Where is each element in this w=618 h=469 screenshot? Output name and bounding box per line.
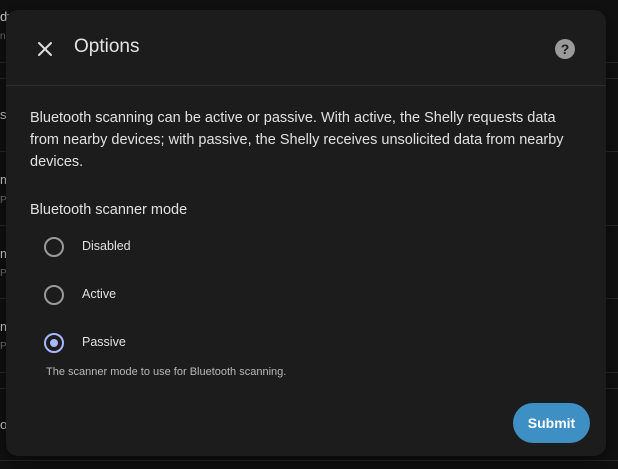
helper-text: The scanner mode to use for Bluetooth sc…: [46, 366, 287, 378]
dialog-title: Options: [74, 36, 140, 57]
radio-label: Disabled: [82, 239, 131, 253]
svg-text:?: ?: [561, 41, 570, 57]
background-divider: [0, 460, 618, 461]
help-circle-icon: ?: [555, 39, 575, 59]
radio-button-selected[interactable]: [44, 333, 64, 353]
radio-label: Active: [82, 287, 117, 301]
radio-button[interactable]: [44, 285, 64, 305]
dialog-description: Bluetooth scanning can be active or pass…: [30, 110, 564, 170]
close-icon: [38, 42, 52, 56]
submit-button[interactable]: Submit: [513, 403, 590, 443]
radio-selected-dot: [50, 339, 58, 347]
options-dialog: Options ? Bluetooth scanning can be acti…: [6, 10, 606, 456]
radio-option-active[interactable]: Active: [36, 280, 336, 310]
header-divider: [6, 85, 606, 86]
field-label: Bluetooth scanner mode: [30, 202, 188, 218]
close-button[interactable]: [30, 34, 60, 64]
radio-button[interactable]: [44, 237, 64, 257]
help-button[interactable]: ?: [554, 38, 576, 60]
radio-label: Passive: [82, 335, 126, 349]
radio-option-passive[interactable]: Passive: [36, 328, 336, 358]
radio-option-disabled[interactable]: Disabled: [36, 232, 336, 262]
